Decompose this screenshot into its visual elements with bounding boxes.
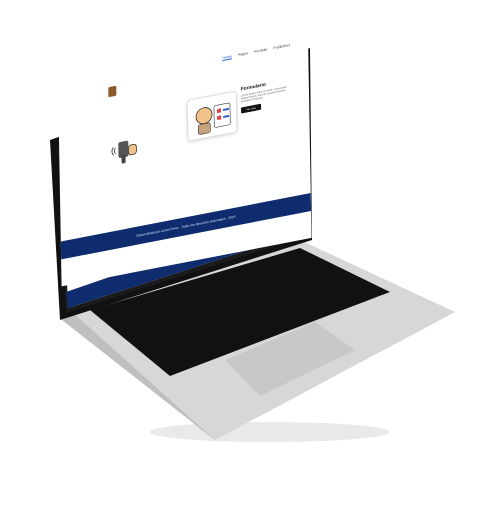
form-text-block: Formulario Lorem ipsum dolor sit amet, c… (241, 78, 289, 114)
nav-item-portfolio[interactable]: Portfolio (254, 47, 267, 54)
laptop-scene: Home Pages Portfolio Publishers Formular… (0, 0, 500, 500)
nav-item-home[interactable]: Home (222, 54, 232, 60)
site-logo (108, 85, 117, 98)
footer-text: Desarrollado por Lucas Perez · Todos los… (136, 214, 236, 238)
form-button[interactable]: Ver más (241, 103, 262, 114)
barcode-scanner-icon (111, 140, 137, 164)
scanner-illustration (111, 130, 146, 170)
nav-item-publishers[interactable]: Publishers (273, 43, 290, 50)
nav-item-pages[interactable]: Pages (238, 51, 248, 57)
form-illustration-icon (195, 102, 231, 135)
form-card (186, 90, 238, 142)
